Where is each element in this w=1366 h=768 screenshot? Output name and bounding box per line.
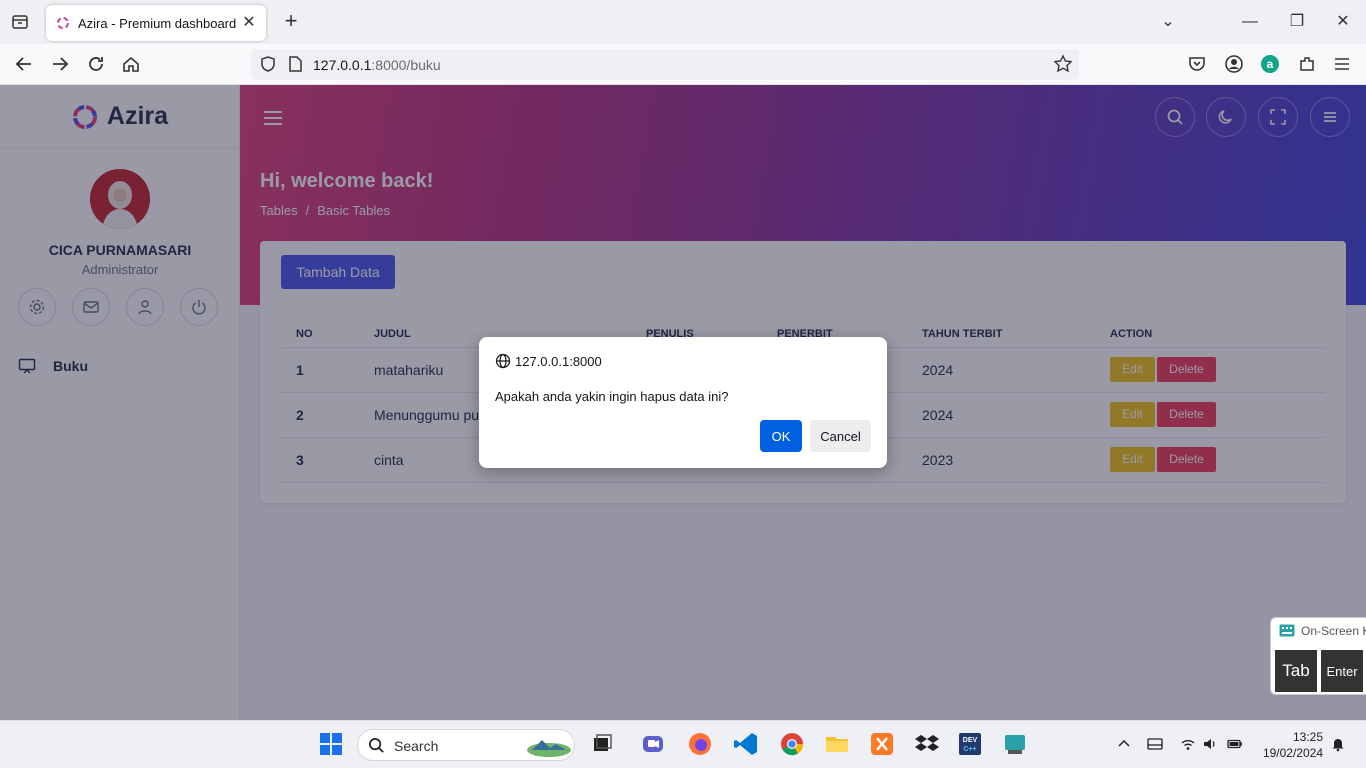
url-path: :8000/buku xyxy=(371,57,441,73)
search-icon xyxy=(369,738,384,753)
on-screen-keyboard: On-Screen K Tab Enter xyxy=(1270,617,1366,695)
account-icon[interactable] xyxy=(1224,54,1244,74)
taskbar-search[interactable]: Search xyxy=(357,729,575,761)
bookmark-star-icon[interactable] xyxy=(1053,54,1073,74)
svg-text:C++: C++ xyxy=(963,746,976,753)
forward-arrow-icon[interactable] xyxy=(49,53,71,75)
shield-icon[interactable] xyxy=(259,55,277,73)
terminal-keyboard-icon[interactable] xyxy=(1002,731,1028,757)
new-tab-button[interactable]: + xyxy=(280,10,302,33)
search-label: Search xyxy=(394,738,439,754)
wifi-icon[interactable] xyxy=(1180,736,1196,752)
search-highlight-landscape-icon xyxy=(527,740,571,757)
back-arrow-icon[interactable] xyxy=(13,53,35,75)
url-host: 127.0.0.1 xyxy=(313,57,372,73)
menu-icon[interactable] xyxy=(1332,54,1352,74)
task-view-icon[interactable] xyxy=(589,731,615,757)
page-icon[interactable] xyxy=(287,55,303,73)
windows-start-icon[interactable] xyxy=(318,731,344,757)
taskbar: Search DEV C++ 13:25 19/02/2024 xyxy=(0,720,1366,768)
dev-cpp-icon[interactable]: DEV C++ xyxy=(957,731,983,757)
vscode-icon[interactable] xyxy=(733,731,759,757)
browser-tab[interactable]: Azira - Premium dashboard ui k ✕ xyxy=(46,5,266,41)
battery-icon[interactable] xyxy=(1227,736,1243,752)
chat-icon[interactable] xyxy=(640,731,666,757)
browser-tabbar: Azira - Premium dashboard ui k ✕ + ⌄ — ❐… xyxy=(0,0,1366,44)
firefox-icon[interactable] xyxy=(687,731,713,757)
keyboard-icon xyxy=(1279,624,1295,637)
xampp-icon[interactable] xyxy=(869,731,895,757)
clock[interactable]: 13:25 19/02/2024 xyxy=(1263,729,1323,761)
azira-favicon-icon xyxy=(57,17,69,29)
dialog-message: Apakah anda yakin ingin hapus data ini? xyxy=(495,389,729,404)
clock-time: 13:25 xyxy=(1292,730,1323,744)
home-icon[interactable] xyxy=(120,53,142,75)
browser-navbar: 127.0.0.1:8000/buku a xyxy=(0,44,1366,85)
tab-overflow-chevron-icon[interactable]: ⌄ xyxy=(1156,10,1180,34)
restore-button[interactable]: ❐ xyxy=(1285,10,1309,34)
enter-key[interactable]: Enter xyxy=(1321,650,1363,692)
svg-text:DEV: DEV xyxy=(963,737,978,744)
pocket-icon[interactable] xyxy=(1187,54,1207,74)
extension-a-icon[interactable]: a xyxy=(1260,54,1280,74)
reload-icon[interactable] xyxy=(85,53,107,75)
tab-list-icon[interactable] xyxy=(10,12,30,32)
ok-button[interactable]: OK xyxy=(760,420,802,452)
close-window-button[interactable]: ✕ xyxy=(1331,10,1355,34)
notification-bell-icon[interactable] xyxy=(1330,736,1346,752)
confirm-dialog: 127.0.0.1:8000 Apakah anda yakin ingin h… xyxy=(479,337,887,468)
dropbox-icon[interactable] xyxy=(914,731,940,757)
speaker-icon[interactable] xyxy=(1202,736,1218,752)
osk-title: On-Screen K xyxy=(1301,624,1366,638)
extensions-puzzle-icon[interactable] xyxy=(1297,54,1317,74)
chrome-icon[interactable] xyxy=(779,731,805,757)
tab-title: Azira - Premium dashboard ui k xyxy=(78,15,238,31)
clock-date: 19/02/2024 xyxy=(1262,746,1323,760)
svg-text:a: a xyxy=(1267,57,1274,71)
chevron-up-icon[interactable] xyxy=(1116,736,1132,752)
display-icon[interactable] xyxy=(1147,736,1163,752)
tab-close-icon[interactable]: ✕ xyxy=(240,14,258,32)
file-explorer-icon[interactable] xyxy=(824,731,850,757)
url-bar[interactable]: 127.0.0.1:8000/buku xyxy=(251,49,1079,80)
cancel-button[interactable]: Cancel xyxy=(810,420,871,452)
minimize-button[interactable]: — xyxy=(1238,10,1262,34)
globe-icon xyxy=(495,353,511,369)
url-text: 127.0.0.1:8000/buku xyxy=(313,57,441,73)
tab-key[interactable]: Tab xyxy=(1275,650,1317,692)
dialog-origin: 127.0.0.1:8000 xyxy=(515,354,602,369)
